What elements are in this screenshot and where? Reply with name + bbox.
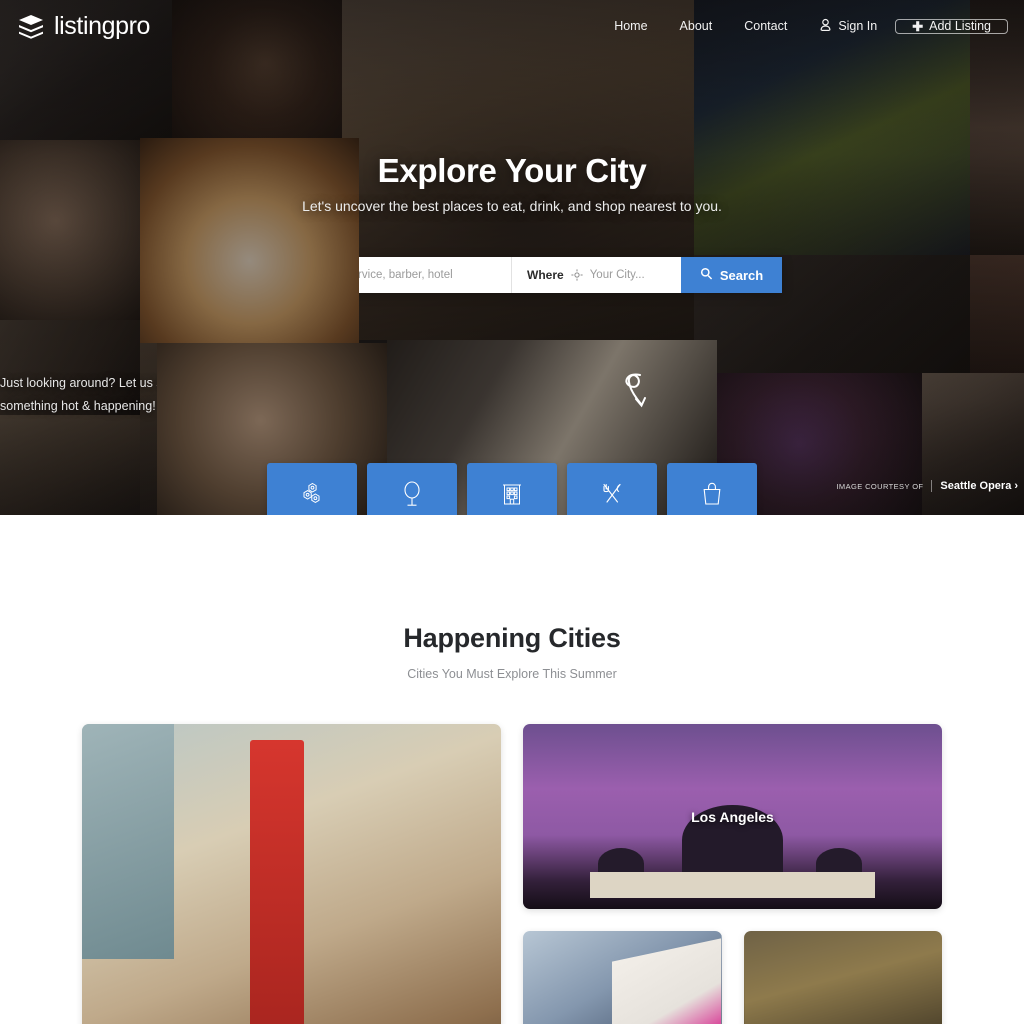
fork-knife-icon: [599, 480, 625, 508]
user-icon: [819, 18, 832, 35]
hotel-building-icon: [500, 480, 524, 508]
nav-item-about[interactable]: About: [664, 20, 729, 33]
hand-mirror-icon: [399, 480, 425, 508]
hero-section: listingpro Home About Contact Sign In ✚ …: [0, 0, 1024, 515]
section-subtitle: Cities You Must Explore This Summer: [407, 667, 617, 681]
city-card-san-francisco[interactable]: San Francisco: [743, 931, 942, 1024]
hero-content: Explore Your City Let's uncover the best…: [0, 0, 1024, 515]
shopping-bag-icon: [700, 480, 724, 508]
happening-cities-section: Happening Cities Cities You Must Explore…: [0, 515, 1024, 1024]
city-subrow: New York San Francisco: [523, 931, 942, 1024]
city-card-new-york[interactable]: New York: [523, 931, 722, 1024]
section-title: Happening Cities: [403, 623, 621, 653]
layers-icon: [17, 12, 45, 40]
category-tile-beauty-spa[interactable]: Beauty & Spa: [367, 463, 457, 515]
gears-icon: [299, 480, 325, 508]
city-card-chicago[interactable]: Chicago: [82, 724, 501, 1024]
nav-item-contact[interactable]: Contact: [728, 20, 803, 33]
city-cards-grid: Chicago Los Angeles New York San Francis…: [82, 724, 942, 1024]
main-nav: Home About Contact Sign In ✚ Add Listing: [598, 18, 1024, 35]
sign-in-label: Sign In: [838, 18, 878, 33]
city-card-los-angeles[interactable]: Los Angeles: [523, 724, 942, 909]
category-tile-restaurant[interactable]: Restaurant: [567, 463, 657, 515]
nav-item-home[interactable]: Home: [598, 20, 663, 33]
curved-arrow-icon: [614, 366, 656, 417]
add-listing-button[interactable]: ✚ Add Listing: [895, 18, 1008, 34]
category-tile-automotive[interactable]: Automotive: [267, 463, 357, 515]
hero-subtitle: Let's uncover the best places to eat, dr…: [302, 198, 722, 214]
category-tile-hotels[interactable]: Hotels: [467, 463, 557, 515]
category-tiles: Automotive Beauty & Spa: [0, 463, 1024, 515]
plus-icon: ✚: [912, 18, 924, 34]
logo-wordmark: listingpro: [54, 11, 151, 40]
city-card-name: Los Angeles: [691, 808, 774, 825]
add-listing-label: Add Listing: [929, 18, 991, 33]
site-logo[interactable]: listingpro: [0, 12, 150, 40]
category-tile-shopping[interactable]: Shopping: [667, 463, 757, 515]
hero-title: Explore Your City: [377, 152, 647, 189]
site-header: listingpro Home About Contact Sign In ✚ …: [0, 0, 1024, 52]
sign-in-link[interactable]: Sign In: [803, 18, 891, 35]
